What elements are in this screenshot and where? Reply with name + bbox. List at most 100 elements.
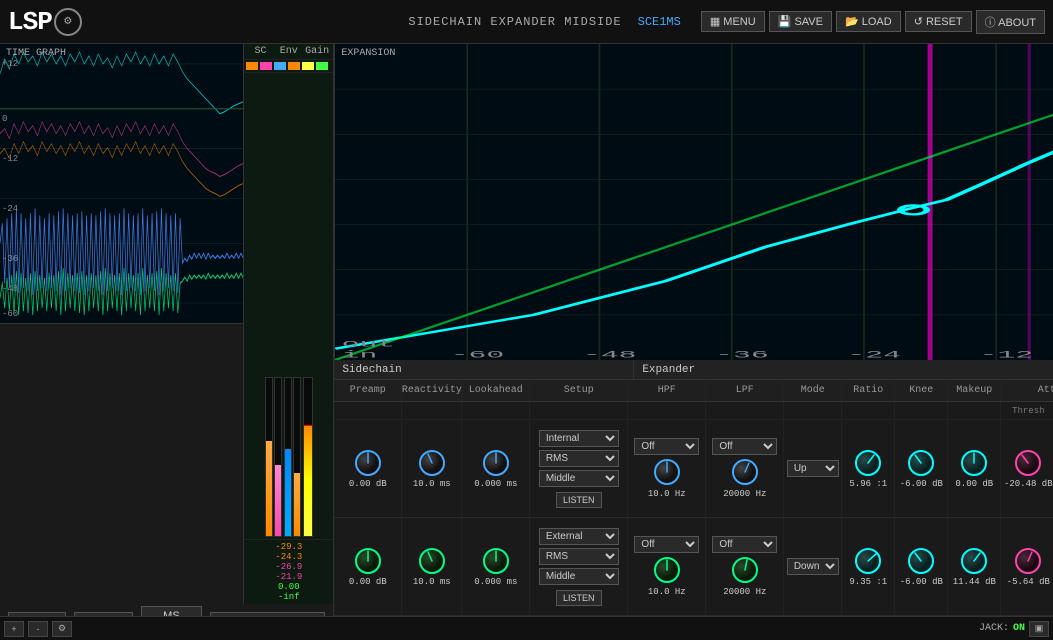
top-bar: LSP ⚙ SIDECHAIN EXPANDER MIDSIDE SCE1MS …: [0, 0, 1053, 44]
ch2-makeup: 11.44 dB: [948, 518, 1001, 615]
env-meter-1: [284, 377, 292, 537]
sub-headers: Thresh Time Thresh Time Dry Wet Dry/Wet: [334, 402, 1053, 420]
ch1-lpf-select[interactable]: Off 12dB/oct: [712, 438, 777, 455]
ch2-makeup-knob[interactable]: [960, 547, 988, 575]
ch1-reactivity-knob[interactable]: [418, 449, 446, 477]
env-meter-2-fill: [294, 473, 300, 536]
param-headers: Preamp Reactivity Lookahead Setup HPF LP…: [334, 380, 1053, 402]
expander-text: Expander: [642, 364, 695, 376]
expansion-label: EXPANSION: [341, 48, 395, 59]
sc-label: SC: [246, 46, 274, 57]
plugin-title: SIDECHAIN EXPANDER MIDSIDE: [408, 15, 621, 29]
about-button[interactable]: ⓘ ABOUT: [976, 10, 1045, 34]
ch1-lpf-freq: 20000 Hz: [723, 489, 766, 499]
ch2-ratio-knob[interactable]: [854, 547, 882, 575]
ch2-lpf: Off 12dB/oct 20000 Hz: [706, 518, 784, 615]
header-mode: Mode: [784, 380, 842, 401]
load-button[interactable]: 📂 LOAD: [836, 11, 901, 32]
ch2-mode-select[interactable]: RMS Peak: [539, 548, 619, 565]
sc-color-1: [246, 62, 258, 70]
ch1-lookahead: 0.000 ms: [462, 420, 530, 517]
ch2-listen-button[interactable]: LISTEN: [556, 590, 602, 606]
ch2-preamp-val: 0.00 dB: [349, 577, 387, 587]
ch1-attack-thresh-knob[interactable]: [1014, 449, 1042, 477]
ch2-hpf-select[interactable]: Off 12dB/oct: [634, 536, 699, 553]
menu-button[interactable]: ▦ MENU: [701, 11, 765, 32]
logo-icon: ⚙: [54, 8, 82, 36]
sc-meter-1-fill: [266, 441, 272, 536]
ch1-ratio-knob[interactable]: [854, 449, 882, 477]
logo: LSP ⚙: [8, 7, 82, 37]
header-lookahead: Lookahead: [462, 380, 530, 401]
ch2-hpf-freq: 10.0 Hz: [648, 587, 686, 597]
env-color-2: [288, 62, 300, 70]
bottom-params: Sidechain Expander Preamp Reactivity Loo…: [334, 360, 1053, 640]
ch1-preamp-knob[interactable]: [354, 449, 382, 477]
ch1-ratio: 5.96 :1: [842, 420, 895, 517]
sc-val-1: -29.3: [246, 542, 331, 552]
settings-toolbar-button[interactable]: ⚙: [52, 621, 72, 637]
logo-text: LSP: [8, 7, 52, 37]
ch1-preamp: 0.00 dB: [334, 420, 402, 517]
ch1-lookahead-knob[interactable]: [482, 449, 510, 477]
header-knee: Knee: [895, 380, 948, 401]
extra-toolbar-button[interactable]: ▣: [1029, 621, 1049, 637]
save-button[interactable]: 💾 SAVE: [769, 11, 832, 32]
left-panel: TIME GRAPH +12 0 -12 -24 -36 -48 -60: [0, 44, 334, 640]
ch1-hpf-knob[interactable]: [653, 458, 681, 486]
add-channel-button[interactable]: +: [4, 621, 24, 637]
ch2-attack-thresh-knob[interactable]: [1014, 547, 1042, 575]
ch2-lookahead: 0.000 ms: [462, 518, 530, 615]
ch2-reactivity-knob[interactable]: [418, 547, 446, 575]
ch1-lpf-knob[interactable]: [731, 458, 759, 486]
gain-val-2: -inf: [246, 592, 331, 602]
ch2-hpf-knob[interactable]: [653, 556, 681, 584]
header-ratio: Ratio: [842, 380, 895, 401]
sc-val-4: -21.9: [246, 572, 331, 582]
ch1-knee-val: -6.00 dB: [900, 479, 943, 489]
ch2-mode: Down Up: [784, 518, 842, 615]
gain-label: Gain: [303, 46, 331, 57]
env-label: Env: [275, 46, 303, 57]
ch1-makeup-knob[interactable]: [960, 449, 988, 477]
ch2-knee: -6.00 dB: [895, 518, 948, 615]
ch2-lpf-freq: 20000 Hz: [723, 587, 766, 597]
ch1-lookahead-val: 0.000 ms: [474, 479, 517, 489]
ch1-lpf: Off 12dB/oct 20000 Hz: [706, 420, 784, 517]
ch1-hpf-select[interactable]: Off 12dB/oct: [634, 438, 699, 455]
sc-color-2: [260, 62, 272, 70]
ch1-mode-select[interactable]: RMS Peak: [539, 450, 619, 467]
ch1-source-select[interactable]: Internal External: [539, 430, 619, 447]
sidechain-section-label: Sidechain: [334, 360, 634, 379]
sc-val-3: -26.9: [246, 562, 331, 572]
ch1-knee-knob[interactable]: [907, 449, 935, 477]
right-top: EXPANSION: [334, 44, 1053, 360]
gain-color-2: [316, 62, 328, 70]
ch1-knee: -6.00 dB: [895, 420, 948, 517]
ch1-channel-select[interactable]: Middle Side: [539, 470, 619, 487]
plugin-id: SCE1MS: [638, 15, 681, 29]
ch1-setup: Internal External RMS Peak Middle Side L…: [530, 420, 628, 517]
ch2-channel-select[interactable]: Middle Side: [539, 568, 619, 585]
ch1-mode-exp-select[interactable]: Up Down: [787, 460, 839, 477]
header-setup: Setup: [530, 380, 628, 401]
ch1-makeup: 0.00 dB: [948, 420, 1001, 517]
ch2-mode-exp-select[interactable]: Down Up: [787, 558, 839, 575]
ch2-reactivity: 10.0 ms: [402, 518, 462, 615]
ch1-hpf: Off 12dB/oct 10.0 Hz: [628, 420, 706, 517]
ch1-preamp-val: 0.00 dB: [349, 479, 387, 489]
ch1-listen-button[interactable]: LISTEN: [556, 492, 602, 508]
ch2-source-select[interactable]: External Internal: [539, 528, 619, 545]
remove-channel-button[interactable]: -: [28, 621, 48, 637]
reset-button[interactable]: ↺ RESET: [905, 11, 972, 32]
header-preamp: Preamp: [334, 380, 402, 401]
header-attack: Attack: [1001, 380, 1053, 401]
ch2-lookahead-knob[interactable]: [482, 547, 510, 575]
ch2-knee-knob[interactable]: [907, 547, 935, 575]
ch2-lpf-knob[interactable]: [731, 556, 759, 584]
ch2-lpf-select[interactable]: Off 12dB/oct: [712, 536, 777, 553]
ch2-makeup-val: 11.44 dB: [953, 577, 996, 587]
header-makeup: Makeup: [948, 380, 1001, 401]
ch2-preamp-knob[interactable]: [354, 547, 382, 575]
header-hpf: HPF: [628, 380, 706, 401]
